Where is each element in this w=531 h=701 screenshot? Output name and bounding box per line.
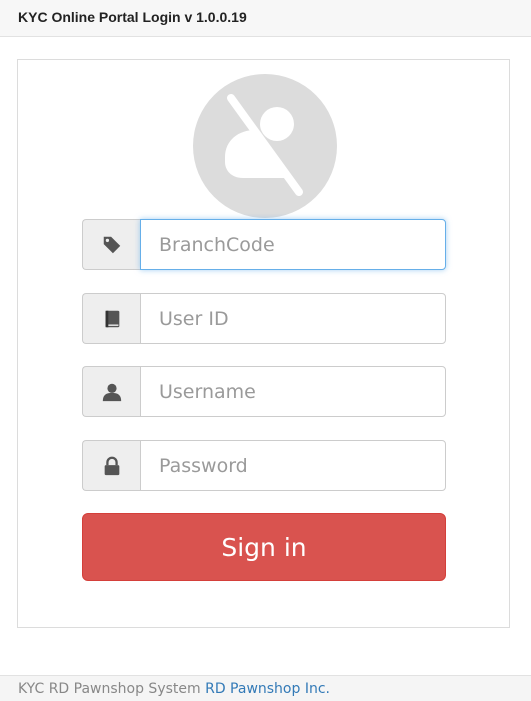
sign-in-button[interactable]: Sign in: [82, 513, 446, 581]
user-icon: [82, 366, 141, 417]
userid-field: [82, 293, 446, 344]
no-user-icon: [193, 74, 337, 218]
lock-icon: [82, 440, 141, 491]
footer-system-name: KYC RD Pawnshop System: [18, 681, 206, 697]
tag-icon: [82, 219, 141, 270]
password-input[interactable]: [140, 440, 446, 491]
footer: KYC RD Pawnshop System RD Pawnshop Inc.: [0, 675, 531, 701]
footer-text: KYC RD Pawnshop System RD Pawnshop Inc.: [18, 681, 330, 697]
footer-company-link[interactable]: RD Pawnshop Inc.: [205, 681, 330, 697]
title-bar: KYC Online Portal Login v 1.0.0.19: [0, 0, 531, 37]
branchcode-field: [82, 219, 446, 270]
window-title: KYC Online Portal Login v 1.0.0.19: [18, 9, 247, 25]
login-panel: Sign in: [17, 59, 510, 628]
userid-input[interactable]: [140, 293, 446, 344]
username-field: [82, 366, 446, 417]
book-icon: [82, 293, 141, 344]
branchcode-input[interactable]: [140, 219, 446, 270]
username-input[interactable]: [140, 366, 446, 417]
password-field: [82, 440, 446, 491]
